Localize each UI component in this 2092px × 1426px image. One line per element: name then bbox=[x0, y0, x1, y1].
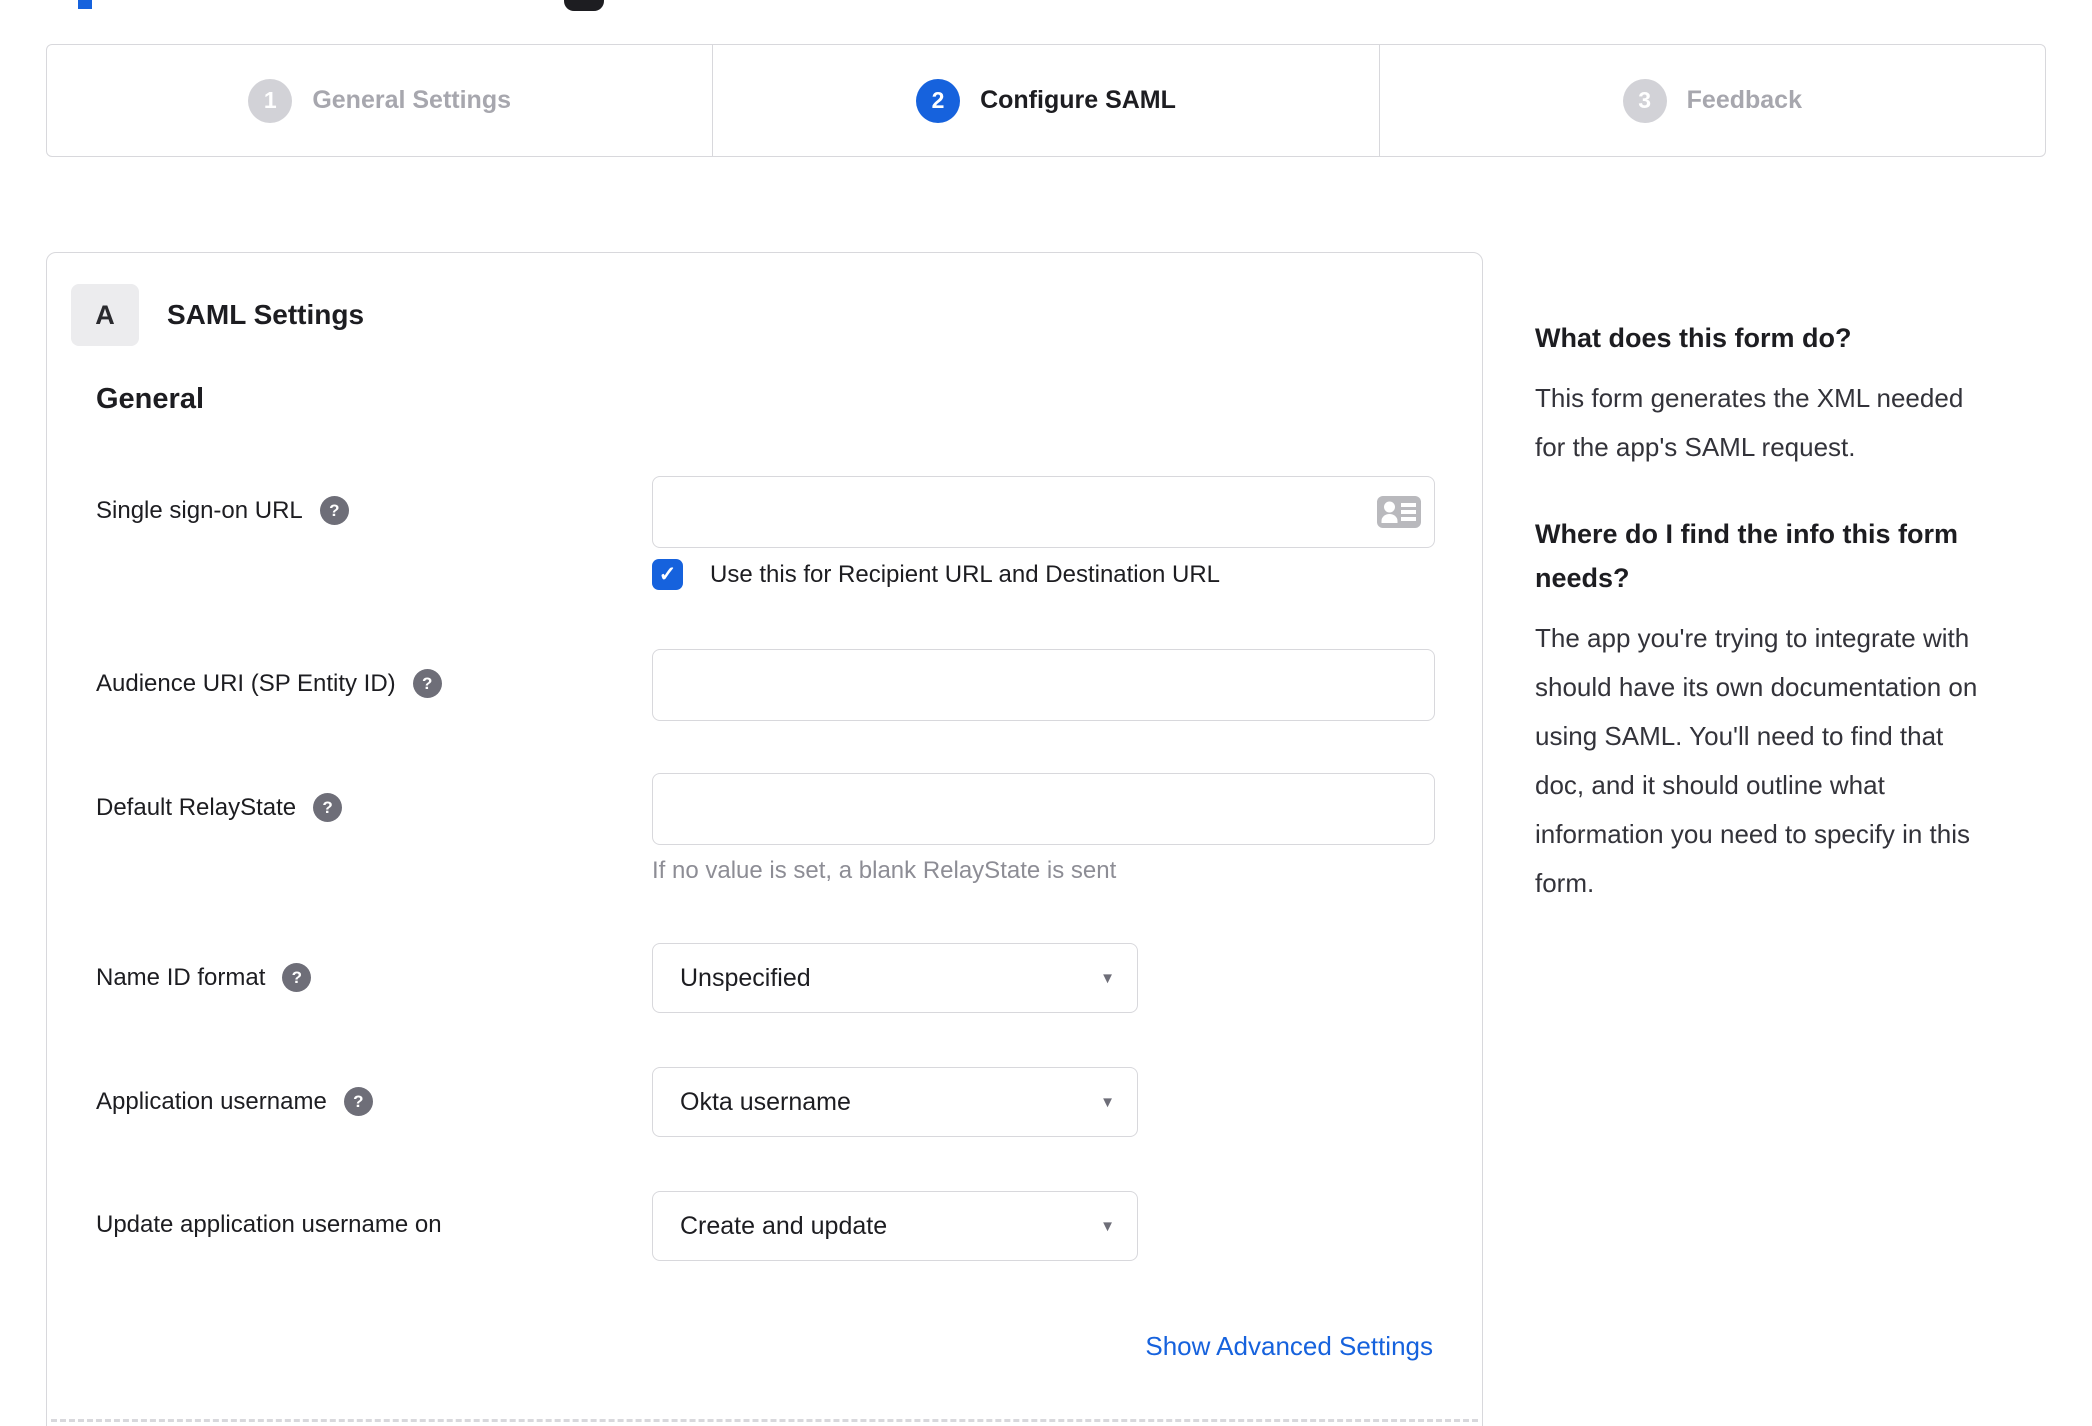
step-label: Feedback bbox=[1686, 86, 1802, 114]
recipient-url-checkbox-row: ✓ Use this for Recipient URL and Destina… bbox=[652, 559, 1220, 590]
step-number-badge: 2 bbox=[916, 78, 961, 123]
step-general-settings[interactable]: 1 General Settings bbox=[47, 45, 712, 156]
panel-title: SAML Settings bbox=[167, 299, 365, 330]
recipient-url-checkbox-label: Use this for Recipient URL and Destinati… bbox=[710, 560, 1221, 588]
section-divider bbox=[51, 1419, 1478, 1422]
help-icon[interactable]: ? bbox=[412, 669, 442, 698]
sidebar-section: Where do I find the info this form needs… bbox=[1535, 512, 1987, 908]
default-relaystate-input[interactable] bbox=[652, 773, 1435, 845]
field-label-text: Application username bbox=[96, 1087, 327, 1115]
saml-settings-panel: A SAML Settings General Single sign-on U… bbox=[46, 252, 1483, 1426]
contact-card-icon[interactable] bbox=[1377, 496, 1421, 528]
selected-value: Unspecified bbox=[680, 963, 811, 992]
field-label: Update application username on bbox=[96, 1211, 442, 1239]
sidebar-body-text: This form generates the XML needed for t… bbox=[1535, 383, 1964, 462]
panel-header: A SAML Settings bbox=[71, 284, 364, 346]
relaystate-hint-text: If no value is set, a blank RelayState i… bbox=[652, 857, 1117, 884]
configure-saml-page: 1 General Settings 2 Configure SAML 3 Fe… bbox=[0, 0, 2092, 1426]
default-relaystate-input-wrap bbox=[652, 773, 1435, 845]
step-number-badge: 3 bbox=[1622, 78, 1667, 123]
show-advanced-settings-link[interactable]: Show Advanced Settings bbox=[1145, 1331, 1433, 1362]
single-sign-on-url-input[interactable] bbox=[652, 476, 1435, 548]
application-username-select[interactable]: Okta username ▼ bbox=[652, 1067, 1138, 1137]
update-app-username-select[interactable]: Create and update ▼ bbox=[652, 1191, 1138, 1261]
field-label: Audience URI (SP Entity ID) ? bbox=[96, 669, 442, 698]
field-label: Name ID format ? bbox=[96, 963, 312, 992]
sidebar-heading: Where do I find the info this form needs… bbox=[1535, 519, 1958, 593]
field-label-text: Audience URI (SP Entity ID) bbox=[96, 669, 396, 697]
top-cropped-fragment-dark bbox=[564, 0, 604, 11]
sidebar-section: What does this form do? This form genera… bbox=[1535, 316, 1987, 472]
dropdown-arrow-icon: ▼ bbox=[1100, 969, 1115, 987]
audience-uri-input[interactable] bbox=[652, 649, 1435, 721]
sidebar-heading: What does this form do? bbox=[1535, 323, 1852, 353]
step-number-badge: 1 bbox=[248, 78, 293, 123]
step-configure-saml[interactable]: 2 Configure SAML bbox=[712, 45, 1378, 156]
step-feedback[interactable]: 3 Feedback bbox=[1378, 45, 2045, 156]
section-a-badge: A bbox=[71, 284, 139, 346]
recipient-url-checkbox[interactable]: ✓ bbox=[652, 559, 683, 590]
field-label-text: Default RelayState bbox=[96, 793, 297, 821]
selected-value: Okta username bbox=[680, 1087, 851, 1116]
help-icon[interactable]: ? bbox=[282, 963, 312, 992]
field-label: Single sign-on URL ? bbox=[96, 496, 349, 525]
single-sign-on-url-input-wrap bbox=[652, 476, 1435, 548]
name-id-format-select[interactable]: Unspecified ▼ bbox=[652, 943, 1138, 1013]
dropdown-arrow-icon: ▼ bbox=[1100, 1217, 1115, 1235]
field-label: Default RelayState ? bbox=[96, 793, 343, 822]
field-label-text: Name ID format bbox=[96, 963, 266, 991]
step-label: General Settings bbox=[312, 86, 511, 114]
field-label: Application username ? bbox=[96, 1087, 373, 1116]
dropdown-arrow-icon: ▼ bbox=[1100, 1093, 1115, 1111]
help-icon[interactable]: ? bbox=[319, 496, 349, 525]
help-icon[interactable]: ? bbox=[343, 1087, 373, 1116]
general-section-heading: General bbox=[96, 383, 204, 415]
field-label-text: Update application username on bbox=[96, 1211, 442, 1238]
audience-uri-input-wrap bbox=[652, 649, 1435, 721]
help-sidebar: What does this form do? This form genera… bbox=[1535, 316, 1987, 948]
field-label-text: Single sign-on URL bbox=[96, 496, 303, 524]
top-cropped-fragment-blue bbox=[78, 0, 92, 9]
step-label: Configure SAML bbox=[980, 86, 1176, 114]
wizard-stepper: 1 General Settings 2 Configure SAML 3 Fe… bbox=[46, 44, 2046, 157]
sidebar-body-text: The app you're trying to integrate with … bbox=[1535, 623, 1978, 898]
selected-value: Create and update bbox=[680, 1211, 888, 1240]
help-icon[interactable]: ? bbox=[313, 793, 343, 822]
